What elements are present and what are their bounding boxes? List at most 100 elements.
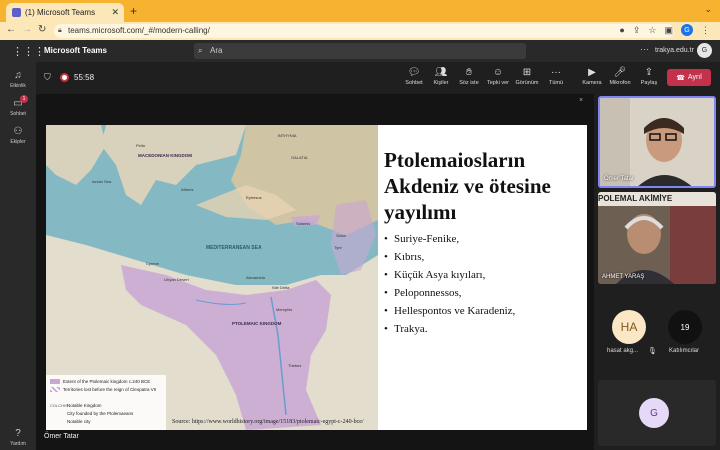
browser-tab[interactable]: (1) Microsoft Teams ✕ xyxy=(6,3,124,22)
lock-icon: 🔒︎ xyxy=(58,27,62,34)
map-label: Athens xyxy=(181,187,194,192)
address-bar-actions: ● ⇪ ☆ ▣ G ⋮ xyxy=(619,24,710,36)
url-field[interactable]: 🔒︎ teams.microsoft.com/_#/modern-calling… xyxy=(54,24,674,38)
tab-title: (1) Microsoft Teams xyxy=(25,8,96,17)
share-button[interactable]: ⇪ Paylaş xyxy=(634,67,664,86)
leave-button[interactable]: ☎︎ Ayrıl xyxy=(667,69,711,86)
slide-bullets: Suriye-Fenike, Kıbrıs, Küçük Asya kıyıla… xyxy=(384,233,584,341)
browser-menu-icon[interactable]: ⋮ xyxy=(701,25,710,36)
bullet-item: Peloponnessos, xyxy=(384,287,584,299)
guest-avatar[interactable]: HA xyxy=(612,310,646,344)
user-avatar[interactable]: G xyxy=(697,43,712,58)
sidebar-icon[interactable]: ▣ xyxy=(664,25,673,36)
more-icon: ··· xyxy=(551,67,561,78)
map-label: Pella xyxy=(136,143,145,148)
rail-item-teams[interactable]: ⚇ Ekipler xyxy=(0,126,36,145)
slide-source: Source: https://www.worldhistory.org/ima… xyxy=(172,419,364,425)
participant-name: Ömer Tatar xyxy=(604,176,634,182)
self-avatar: G xyxy=(639,398,669,428)
map-label: Libyan Desert xyxy=(164,277,189,282)
tab-list-chevron-icon[interactable]: ⌄ xyxy=(704,4,712,15)
map-label: Ionian Sea xyxy=(92,179,112,184)
shield-icon: ⛉ xyxy=(44,72,51,82)
mic-button[interactable]: 🎤︎ Mikrofon xyxy=(605,67,635,86)
ptolemaic-map: MACEDONIAN KINGDOM Pella Athens Ephesus … xyxy=(46,125,378,430)
left-rail: ♫ Etkinlik ▭ 1 Sohbet ⚇ Ekipler ? Yardım xyxy=(0,62,36,450)
camera-button[interactable]: ▶︎ Kamera xyxy=(577,67,607,86)
people-icon: 👥︎ xyxy=(434,67,448,78)
react-button[interactable]: ☺ Tepki ver xyxy=(483,67,513,86)
participant-count-label: Katılımcılar xyxy=(669,348,700,354)
control-label: Paylaş xyxy=(640,80,658,86)
mic-off-icon: 🎙︎ xyxy=(648,348,657,355)
rail-item-help[interactable]: ? Yardım xyxy=(0,428,36,447)
participant-count-button[interactable]: 19 xyxy=(668,310,702,344)
forward-icon[interactable]: → xyxy=(22,24,32,35)
map-label: Ephesus xyxy=(246,195,262,200)
raise-hand-button[interactable]: ✋︎ Söz iste xyxy=(454,67,484,86)
rail-item-activity[interactable]: ♫ Etkinlik xyxy=(0,70,36,89)
people-button[interactable]: 👥︎ Kişiler xyxy=(426,67,456,86)
unread-badge: 1 xyxy=(20,95,28,103)
poster-text: POLEMAL AKİMİYE xyxy=(598,194,673,203)
more-button[interactable]: ··· Tümü xyxy=(541,67,571,86)
rail-item-label: Yardım xyxy=(10,441,26,447)
map-label: Tyre xyxy=(334,245,342,250)
bullet-item: Trakya. xyxy=(384,323,584,335)
browser-tab-bar: (1) Microsoft Teams ✕ + ⌄ xyxy=(0,0,720,22)
legend-row: COLCHIS Notable Kingdom xyxy=(50,403,102,408)
bell-icon: ♫ xyxy=(14,70,22,81)
rail-item-label: Ekipler xyxy=(10,139,26,145)
tab-close-icon[interactable]: ✕ xyxy=(111,7,119,18)
rail-item-label: Sohbet xyxy=(10,111,26,117)
map-label: GALATIA xyxy=(291,155,308,160)
tenant-name[interactable]: trakya.edu.tr xyxy=(655,47,694,54)
participant-video-tile[interactable]: Ömer Tatar xyxy=(598,96,716,188)
meeting-toolbar: ⛉ 55:58 💬︎ Sohbet 👥︎ Kişiler ✋︎ Söz iste… xyxy=(36,62,720,94)
presentation-slide: MACEDONIAN KINGDOM Pella Athens Ephesus … xyxy=(46,125,587,430)
view-button[interactable]: ⊞ Görünüm xyxy=(512,67,542,86)
map-label: Cyrene xyxy=(146,261,159,266)
map-legend: Extent of the Ptolemaic kingdom c.240 BC… xyxy=(46,375,166,430)
chat-icon: 💬︎ xyxy=(407,67,421,78)
smiley-icon: ☺ xyxy=(492,67,504,78)
control-label: Tümü xyxy=(548,80,564,86)
bullet-item: Suriye-Fenike, xyxy=(384,233,584,245)
close-share-icon[interactable]: × xyxy=(579,97,583,104)
chat-button[interactable]: 💬︎ Sohbet xyxy=(399,67,429,86)
participant-name: AHMET YARAŞ xyxy=(602,274,645,280)
map-label: Sidon xyxy=(336,233,347,238)
settings-more-icon[interactable]: ··· xyxy=(640,44,649,54)
mic-icon[interactable]: ● xyxy=(619,25,624,35)
new-tab-button[interactable]: + xyxy=(130,4,137,18)
reload-icon[interactable]: ↻ xyxy=(38,24,46,35)
browser-profile-avatar[interactable]: G xyxy=(681,24,693,36)
mic-off-icon: 🎤︎ xyxy=(613,67,627,78)
map-label: Thebes xyxy=(288,363,302,368)
presenter-name: Ömer Tatar xyxy=(44,433,79,440)
map-label: MEDITERRANEAN SEA xyxy=(206,245,262,251)
legend-row: Territories lost before the reign of Cle… xyxy=(50,387,156,392)
meeting-timer: 55:58 xyxy=(74,73,95,82)
participant-video-tile[interactable]: POLEMAL AKİMİYE AHMET YARAŞ xyxy=(598,192,716,284)
map-label: PTOLEMAIC KINGDOM xyxy=(232,321,282,326)
control-label: Görünüm xyxy=(515,80,539,86)
search-placeholder: Ara xyxy=(210,46,223,55)
control-label: Söz iste xyxy=(459,80,479,86)
app-launcher-icon[interactable]: ⋮⋮⋮ xyxy=(12,45,45,58)
control-label: Tepki ver xyxy=(486,80,509,86)
share-page-icon[interactable]: ⇪ xyxy=(633,25,641,36)
search-input[interactable]: ⌕ Ara xyxy=(194,43,526,59)
control-label: Sohbet xyxy=(405,80,423,86)
self-view-tile[interactable]: G xyxy=(598,380,716,446)
help-icon: ? xyxy=(15,428,21,439)
map-label: MACEDONIAN KINGDOM xyxy=(138,153,192,158)
recording-indicator xyxy=(60,73,69,82)
leave-label: Ayrıl xyxy=(687,74,702,81)
rail-item-chat[interactable]: ▭ 1 Sohbet xyxy=(0,95,36,117)
map-label: Alexandria xyxy=(246,275,265,280)
participant-video xyxy=(600,98,714,186)
camera-off-icon: ▶︎ xyxy=(588,67,596,78)
back-icon[interactable]: ← xyxy=(6,24,16,35)
bookmark-star-icon[interactable]: ☆ xyxy=(648,25,656,36)
